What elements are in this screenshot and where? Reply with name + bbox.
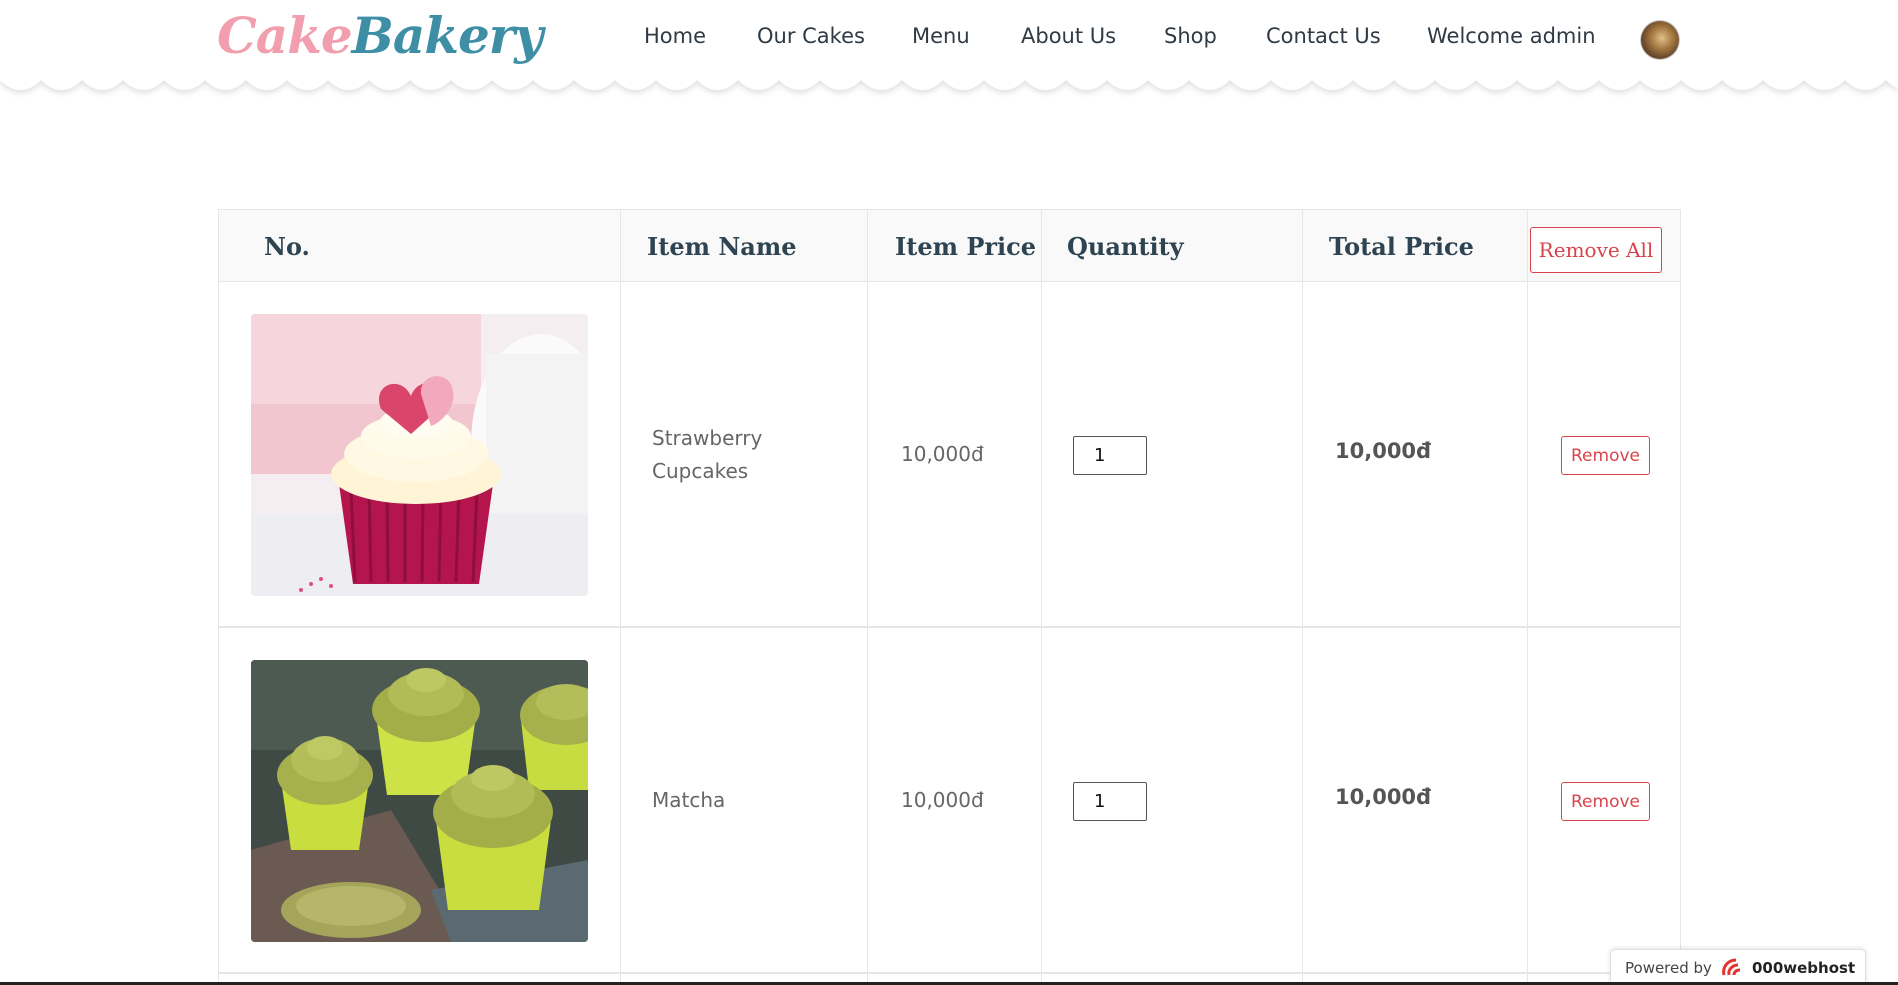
nav-our-cakes[interactable]: Our Cakes — [757, 24, 865, 48]
table-row: Matcha 10,000đ 10,000đ Remove — [219, 628, 1680, 974]
item-name-line: Cupcakes — [652, 459, 749, 483]
quantity-input[interactable] — [1073, 782, 1147, 821]
site-header: CakeBakery Home Our Cakes Menu About Us … — [0, 0, 1898, 80]
header-item-price: Item Price — [895, 232, 1037, 261]
column-divider — [1041, 210, 1042, 985]
total-price: 10,000đ — [1335, 439, 1432, 463]
remove-all-button[interactable]: Remove All — [1530, 227, 1662, 273]
matcha-cupcake-image — [251, 660, 588, 942]
remove-button[interactable]: Remove — [1561, 782, 1650, 821]
nav-shop[interactable]: Shop — [1164, 24, 1217, 48]
column-divider — [867, 210, 868, 985]
cart-table: No. Item Name Item Price Quantity Total … — [218, 209, 1681, 985]
total-price: 10,000đ — [1335, 785, 1432, 809]
header-total-price: Total Price — [1329, 232, 1474, 261]
remove-button[interactable]: Remove — [1561, 436, 1650, 475]
nav-home[interactable]: Home — [644, 24, 706, 48]
powered-by-badge[interactable]: Powered by 000webhost — [1610, 949, 1866, 985]
item-name: Matcha — [652, 788, 726, 812]
powered-by-text: Powered by — [1625, 958, 1712, 977]
nav-contact-us[interactable]: Contact Us — [1266, 24, 1381, 48]
header-item-name: Item Name — [647, 232, 797, 261]
header-scallop-border — [0, 72, 1898, 110]
item-price: 10,000đ — [901, 442, 984, 466]
header-no: No. — [264, 232, 310, 261]
avatar[interactable] — [1641, 21, 1679, 59]
header-quantity: Quantity — [1067, 232, 1184, 261]
column-divider — [1302, 210, 1303, 985]
nav-menu[interactable]: Menu — [912, 24, 970, 48]
main-nav: Home Our Cakes Menu About Us Shop Contac… — [0, 24, 1898, 54]
quantity-input[interactable] — [1073, 436, 1147, 475]
webhost-logo-icon — [1722, 958, 1741, 975]
table-header: No. Item Name Item Price Quantity Total … — [219, 210, 1680, 282]
nav-about-us[interactable]: About Us — [1021, 24, 1116, 48]
strawberry-cupcake-image — [251, 314, 588, 596]
column-divider — [620, 210, 621, 985]
nav-welcome-admin[interactable]: Welcome admin — [1427, 24, 1596, 48]
table-row: Strawberry Cupcakes 10,000đ 10,000đ Remo… — [219, 282, 1680, 628]
item-price: 10,000đ — [901, 788, 984, 812]
column-divider — [1527, 210, 1528, 985]
webhost-name: 000webhost — [1751, 958, 1856, 977]
item-name: Strawberry Cupcakes — [652, 422, 762, 488]
item-name-line: Strawberry — [652, 426, 763, 450]
